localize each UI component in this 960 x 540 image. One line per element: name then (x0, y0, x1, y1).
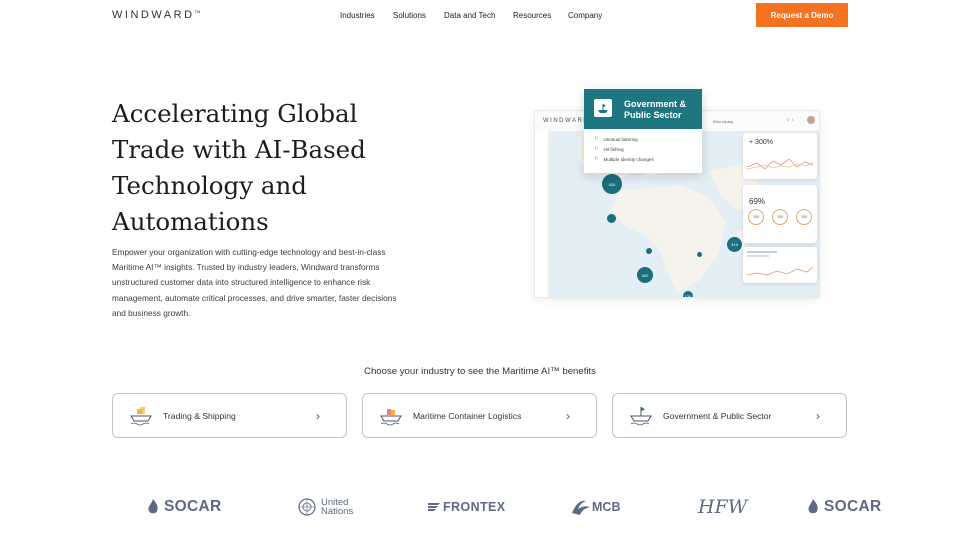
vessel-cluster-bubble: 300 (637, 267, 653, 283)
industry-government-button[interactable]: Government & Public Sector › (612, 393, 847, 438)
un-text-line2: Nations (321, 506, 354, 517)
frontex-text: FRONTEX (443, 500, 506, 514)
risk-score-value: 69% (749, 197, 766, 206)
list-item: ⚐ Hit fishing (594, 144, 702, 154)
growth-sparkline (746, 158, 814, 170)
nav-industries[interactable]: Industries (340, 11, 393, 20)
industry-prompt: Choose your industry to see the Maritime… (364, 366, 596, 377)
risk-score-card: 69% 100 100 100 (743, 185, 817, 243)
popup-title: Government & Public Sector (624, 99, 687, 120)
flag-icon: ⚐ (594, 136, 599, 142)
united-nations-logo: United Nations (297, 494, 353, 520)
socar-logo: SOCAR (147, 494, 221, 520)
flame-icon (808, 499, 818, 514)
hero-description: Empower your organization with cutting-e… (112, 247, 397, 318)
score-ring: 100 (748, 209, 764, 225)
socar-text: SOCAR (164, 498, 222, 515)
nav-data-and-tech[interactable]: Data and Tech (444, 11, 513, 20)
windward-logo[interactable]: WINDWARDTM (112, 9, 200, 21)
nav-solutions[interactable]: Solutions (393, 11, 444, 20)
patrol-ship-icon (629, 404, 653, 428)
flag-icon: ⚐ (594, 146, 599, 152)
vessel-cluster-bubble: 130 (683, 291, 693, 297)
industry-label: Trading & Shipping (163, 410, 236, 421)
nav-resources[interactable]: Resources (513, 11, 568, 20)
trend-chart-card (743, 247, 817, 283)
popup-header: Government & Public Sector (584, 89, 702, 129)
hero-title: Accelerating Global Trade with AI-Based … (112, 99, 366, 236)
vessel-cluster-bubble (697, 252, 702, 257)
hfw-text: HFW (698, 496, 748, 518)
request-demo-button[interactable]: Request a Demo (756, 3, 848, 27)
vessel-cluster-bubble (646, 248, 652, 254)
frontex-logo: FRONTEX (428, 494, 506, 520)
mockup-sidebar (535, 131, 549, 297)
mockup-brand: WINDWARD (543, 118, 590, 124)
growth-stat-card: + 300% (743, 133, 817, 179)
mcb-text: MCB (592, 500, 621, 514)
growth-stat-value: 300% (755, 139, 773, 146)
alert-label: Unusual loitering (603, 136, 638, 142)
list-item: ⚐ Unusual loitering (594, 134, 702, 144)
frontex-emblem-icon (428, 503, 440, 511)
mcb-emblem-icon (572, 500, 590, 515)
industry-label: Maritime Container Logistics (413, 410, 522, 421)
government-sector-popup: Government & Public Sector ⚐ Unusual loit… (584, 89, 702, 173)
vessel-cluster-bubble: 420 (602, 174, 622, 194)
un-emblem-icon (298, 498, 316, 516)
trademark-mark: TM (194, 9, 201, 14)
industry-trading-shipping-button[interactable]: Trading & Shipping › (112, 393, 347, 438)
score-ring: 100 (772, 209, 788, 225)
industry-label: Government & Public Sector (663, 410, 772, 421)
ship-icon (594, 99, 612, 117)
nav-company[interactable]: Company (568, 11, 602, 20)
mockup-avatar (807, 116, 815, 124)
nav-links: Industries Solutions Data and Tech Resou… (340, 11, 602, 20)
vessel-cluster-bubble (607, 214, 616, 223)
score-ring: 100 (796, 209, 812, 225)
industry-container-logistics-button[interactable]: Maritime Container Logistics › (362, 393, 597, 438)
list-item: ⚐ Multiple identity changes (594, 154, 702, 164)
socar-text: SOCAR (824, 498, 882, 515)
alert-label: Hit fishing (603, 146, 624, 152)
hfw-logo: HFW (698, 494, 747, 520)
mcb-logo: MCB (570, 494, 620, 520)
flame-icon (148, 499, 158, 514)
cargo-ship-icon (129, 404, 153, 428)
trend-sparkline (746, 251, 814, 276)
brand-text: WINDWARD (112, 9, 195, 21)
growth-stat-sign: + (749, 139, 754, 146)
socar-logo: SOCAR (807, 494, 881, 520)
mockup-topbar-text: Ekko arkusaj (713, 120, 734, 124)
flag-icon: ⚐ (594, 156, 599, 162)
alert-label: Multiple identity changes (603, 156, 654, 162)
popup-alert-list: ⚐ Unusual loitering ⚐ Hit fishing ⚐ Multipl… (584, 129, 702, 164)
top-navigation: WINDWARDTM Industries Solutions Data and… (0, 0, 960, 32)
chevron-right-icon: › (816, 408, 820, 423)
mockup-topbar-icons: ⌕ ♪ (787, 117, 794, 123)
chevron-right-icon: › (316, 408, 320, 423)
vessel-cluster-bubble: 319 (727, 237, 742, 252)
chevron-right-icon: › (566, 408, 570, 423)
container-ship-icon (379, 404, 403, 428)
